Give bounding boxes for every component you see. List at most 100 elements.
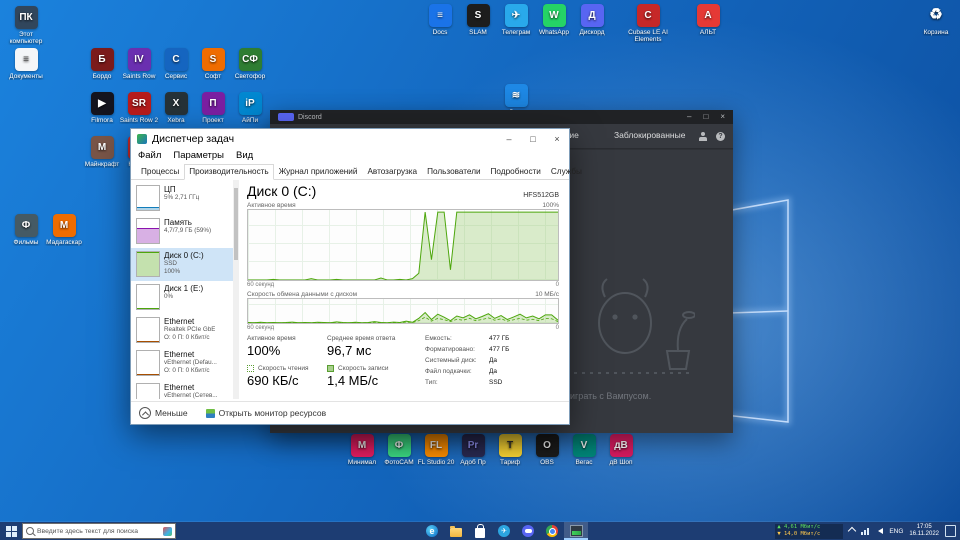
search-icon (26, 527, 34, 535)
sidebar-resource-item[interactable]: Ethernet Realtek PCIe GbE О: 0 П: 0 Кбит… (131, 314, 239, 347)
discord-titlebar[interactable]: Discord – □ × (270, 110, 733, 124)
desktop-icon[interactable]: ♻ Корзина (916, 4, 956, 36)
desktop-icon-label: Вегас (564, 459, 604, 466)
desktop-icon[interactable]: П Проект (193, 92, 233, 124)
desktop-icon[interactable]: O OBS (527, 434, 567, 466)
desktop-icon-label: Фильмы (6, 239, 46, 246)
desktop-icon[interactable]: А АЛЬТ (688, 4, 728, 36)
desktop-icon[interactable]: Pr Адоб Пр (453, 434, 493, 466)
desktop-icon[interactable]: IV Saints Row (119, 48, 159, 80)
sidebar-resource-item[interactable]: ЦП 5% 2,71 ГГц (131, 182, 239, 215)
desktop-icon[interactable]: S SLAM (458, 4, 498, 36)
close-icon[interactable]: × (720, 113, 725, 121)
maximize-icon[interactable]: □ (703, 113, 708, 121)
resource-detail: SSD (164, 260, 204, 268)
tab[interactable]: Производительность (184, 164, 273, 180)
taskbar-app[interactable] (468, 522, 492, 540)
maximize-icon[interactable]: □ (521, 129, 545, 149)
sidebar-resource-item[interactable]: Диск 1 (E:) 0% (131, 281, 239, 314)
detail-row: Форматировано: 477 ГБ (425, 346, 509, 353)
menu-item[interactable]: Параметры (173, 150, 224, 161)
desktop-icon[interactable]: iP АйПи (230, 92, 270, 124)
desktop-icon[interactable]: M Минимал (342, 434, 382, 466)
desktop-icon-label: Телеграм (496, 29, 536, 36)
desktop-icon[interactable]: ПК Этот компьютер (6, 6, 46, 45)
desktop-icon[interactable]: V Вегас (564, 434, 604, 466)
tab[interactable]: Службы (546, 164, 587, 180)
desktop-icon[interactable]: C Cubase LE AI Elements (628, 4, 668, 43)
desktop-icon[interactable]: Д Дискорд (572, 4, 612, 36)
desktop-icon[interactable]: Ф Фильмы (6, 214, 46, 246)
tab[interactable]: Процессы (136, 164, 184, 180)
taskbar-app[interactable] (492, 522, 516, 540)
sidebar-resource-item[interactable]: Память 4,7/7,9 ГБ (59%) (131, 215, 239, 248)
discord-toolbar-tab[interactable]: Заблокированные (614, 130, 685, 140)
tab[interactable]: Пользователи (422, 164, 485, 180)
desktop-icon[interactable]: X Xebra (156, 92, 196, 124)
menu-item[interactable]: Вид (236, 150, 253, 161)
tab[interactable]: Автозагрузка (362, 164, 422, 180)
desktop-icon[interactable]: М Майнкрафт (82, 136, 122, 168)
graph-label: Скорость обмена данными с диском (247, 291, 357, 298)
network-icon[interactable] (861, 528, 869, 535)
desktop-icon[interactable]: дВ дВ Шоп (601, 434, 641, 466)
new-group-icon[interactable] (698, 132, 708, 141)
desktop-icon-glyph: Б (98, 54, 105, 65)
desktop-icon[interactable]: Б Бордо (82, 48, 122, 80)
minimize-icon[interactable]: – (687, 113, 691, 121)
hidden-icons-caret[interactable] (848, 527, 856, 535)
desktop-icon[interactable]: S Софт (193, 48, 233, 80)
sidebar-resource-item[interactable]: Ethernet vEthernet (Defau... О: 0 П: 0 К… (131, 347, 239, 380)
search-highlights-icon[interactable] (163, 527, 172, 536)
volume-icon[interactable] (875, 528, 883, 534)
desktop-icon-label: SLAM (458, 29, 498, 36)
desktop-icon-glyph: Ф (395, 440, 404, 451)
minimize-icon[interactable]: – (497, 129, 521, 149)
help-icon[interactable]: ? (716, 132, 725, 141)
desktop-icon-image: iP (239, 92, 262, 115)
desktop-icon[interactable]: W WhatsApp (534, 4, 574, 36)
desktop-icon-glyph: ▶ (98, 98, 106, 109)
taskbar-app[interactable] (564, 522, 588, 540)
open-resource-monitor-link[interactable]: Открыть монитор ресурсов (206, 408, 327, 418)
desktop-icon-glyph: дВ (614, 440, 628, 451)
detail-row: Емкость: 477 ГБ (425, 335, 509, 342)
task-manager-titlebar[interactable]: Диспетчер задач – □ × (131, 129, 569, 149)
detail-row: Тип: SSD (425, 379, 509, 386)
sidebar-resource-item[interactable]: Диск 0 (C:) SSD 100% (131, 248, 239, 281)
desktop-icon[interactable]: СФ Светофор (230, 48, 270, 80)
menu-item[interactable]: Файл (138, 150, 161, 161)
desktop-icon[interactable]: ≡ Docs (420, 4, 460, 36)
desktop-icon[interactable]: М Мадагаскар (44, 214, 84, 246)
tab[interactable]: Подробности (486, 164, 546, 180)
desktop-icon-image: СФ (239, 48, 262, 71)
desktop-icon[interactable]: ≡ Документы (6, 48, 46, 80)
desktop-icon[interactable]: Т Тариф (490, 434, 530, 466)
desktop-icon[interactable]: ▶ Filmora (82, 92, 122, 124)
taskbar-app[interactable] (540, 522, 564, 540)
taskbar-search[interactable]: Введите здесь текст для поиска (22, 523, 176, 539)
desktop-icon-image: X (165, 92, 188, 115)
taskbar-app[interactable] (516, 522, 540, 540)
fewer-details-button[interactable]: Меньше (139, 407, 188, 419)
desktop-icon-glyph: СФ (242, 54, 258, 65)
stat-label: Скорость записи (338, 365, 389, 372)
start-button[interactable] (0, 522, 22, 540)
desktop-icon[interactable]: С Сервис (156, 48, 196, 80)
language-indicator[interactable]: ENG (889, 528, 903, 535)
desktop-icon-image: ≡ (15, 48, 38, 71)
taskbar-app[interactable] (444, 522, 468, 540)
detail-value: SSD (489, 379, 502, 386)
desktop-icon[interactable]: FL FL Studio 20 (416, 434, 456, 466)
clock[interactable]: 17:05 16.11.2022 (909, 524, 939, 538)
desktop-icon[interactable]: Ф ФотоСАМ (379, 434, 419, 466)
action-center-icon[interactable] (945, 525, 956, 537)
desktop-icon[interactable]: SR Saints Row 2 (119, 92, 159, 124)
taskbar-app[interactable] (420, 522, 444, 540)
desktop-icon[interactable]: ✈ Телеграм (496, 4, 536, 36)
desktop-icon-image: SR (128, 92, 151, 115)
empty-state-caption: играть с Вампусом. (570, 391, 651, 401)
sidebar-resource-item[interactable]: Ethernet vEthernet (Сетев... О: 0 П: 0 К… (131, 380, 239, 399)
tab[interactable]: Журнал приложений (274, 164, 363, 180)
close-icon[interactable]: × (545, 129, 569, 149)
